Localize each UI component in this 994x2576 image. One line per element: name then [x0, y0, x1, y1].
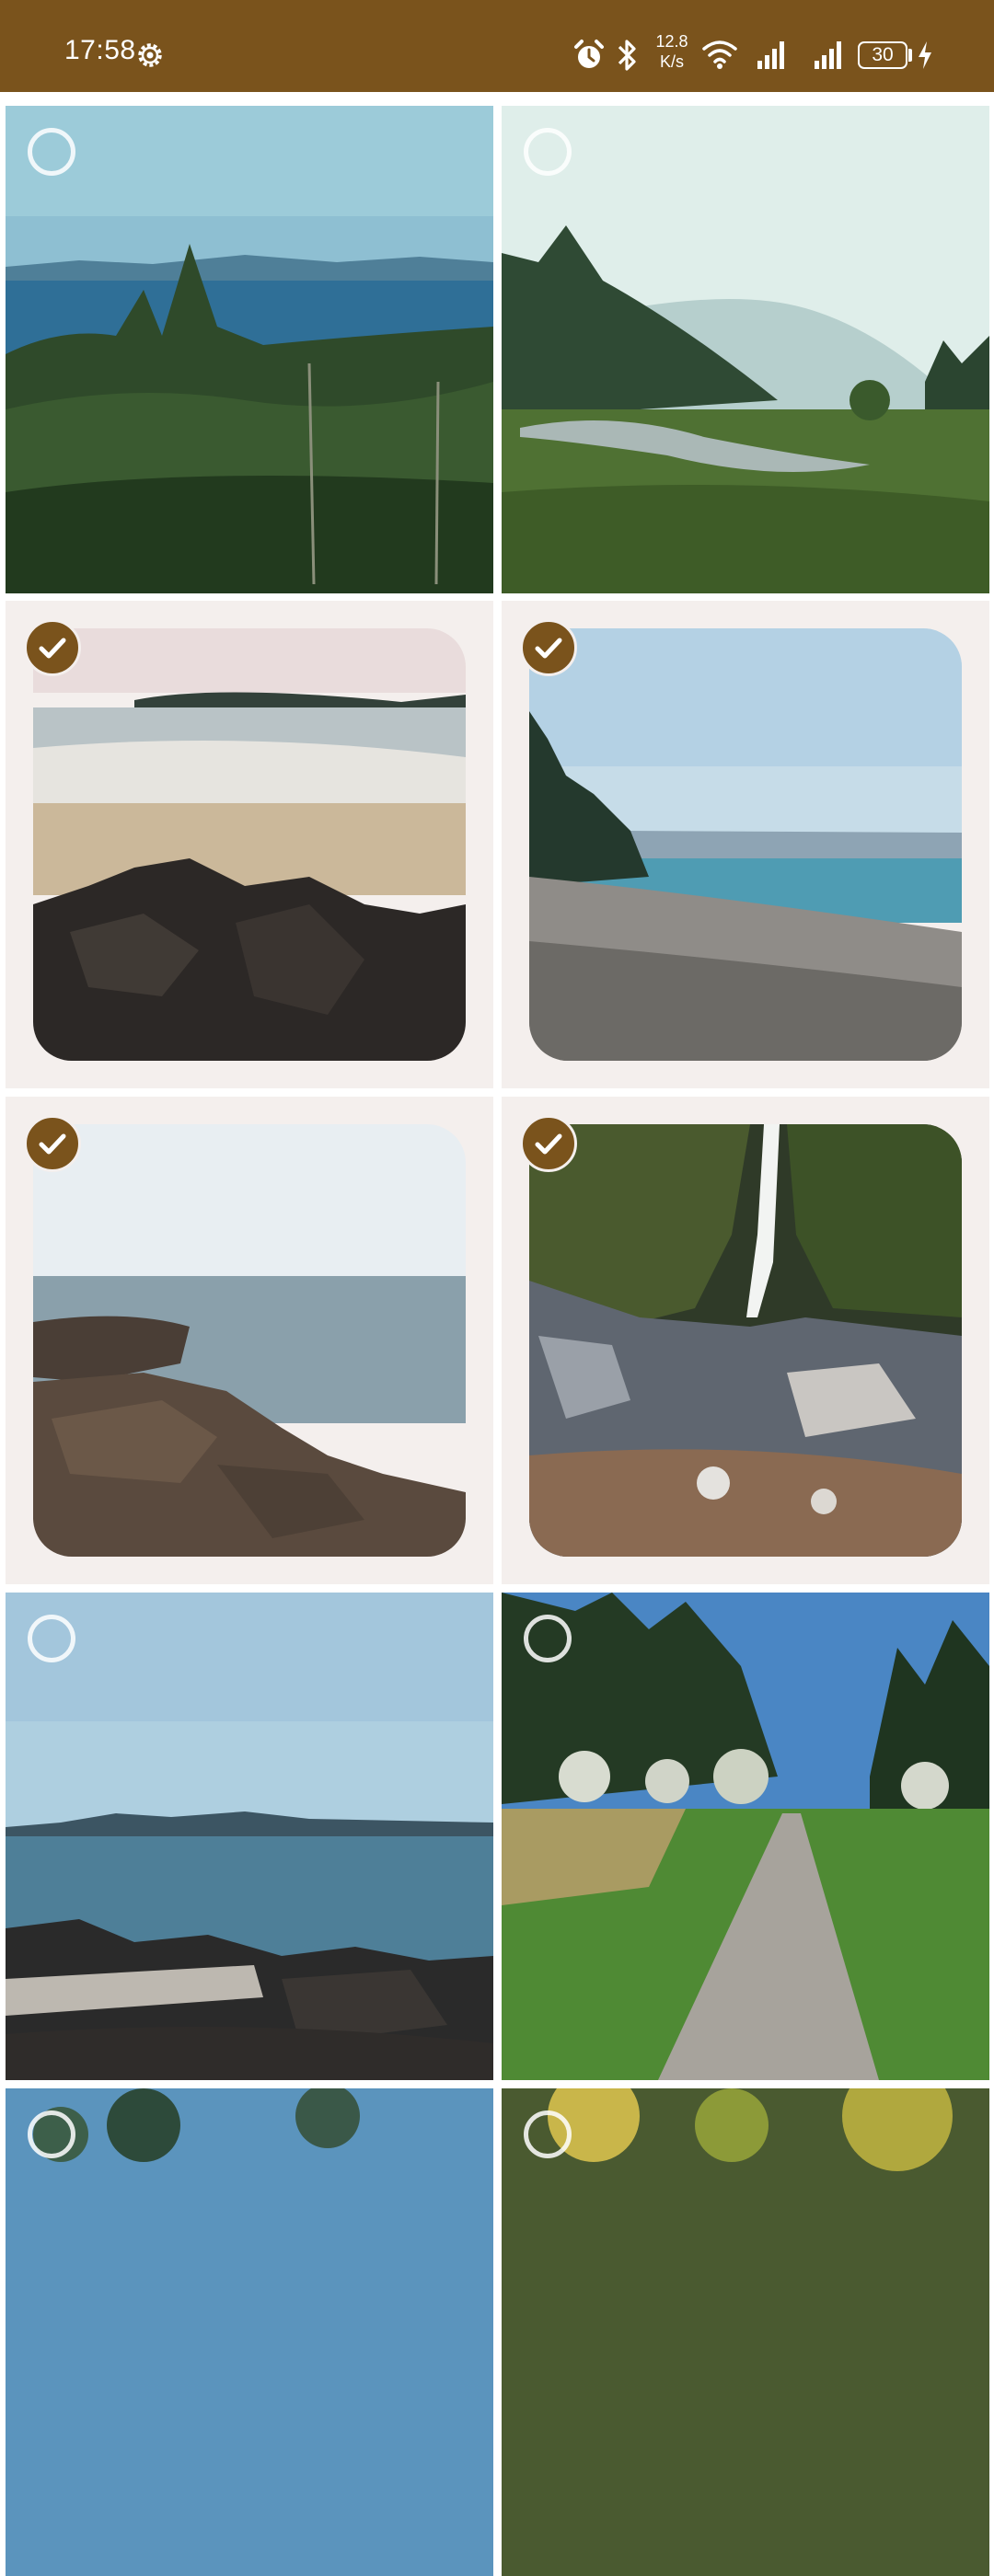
photo-sea-driftwood	[6, 1593, 493, 2080]
selected-check-icon[interactable]	[520, 619, 577, 676]
selected-check-icon[interactable]	[24, 619, 81, 676]
select-circle-icon[interactable]	[524, 1615, 572, 1662]
photo-tile[interactable]	[502, 106, 989, 593]
signal-icon	[757, 41, 784, 69]
charging-bolt-icon	[919, 41, 931, 69]
photo-tile[interactable]	[6, 601, 493, 1088]
select-circle-icon[interactable]	[524, 128, 572, 176]
photo-waterfall	[529, 1124, 962, 1557]
photo-tile[interactable]	[502, 2088, 989, 2576]
status-bar: 17:58 12.8 K/s 30	[0, 0, 994, 92]
photo-tile[interactable]	[6, 1097, 493, 1584]
photo-pebble-shore	[529, 628, 962, 1061]
battery-level: 30	[872, 44, 894, 65]
select-circle-icon[interactable]	[28, 1615, 75, 1662]
battery-tip	[908, 49, 912, 62]
photo-tile[interactable]	[6, 106, 493, 593]
select-circle-icon[interactable]	[524, 2110, 572, 2158]
select-circle-icon[interactable]	[28, 2110, 75, 2158]
bluetooth-icon	[618, 40, 636, 71]
selected-check-icon[interactable]	[520, 1115, 577, 1172]
status-time: 17:58	[64, 35, 136, 65]
photo-park-path	[502, 1593, 989, 2080]
photo-partial-trees-blue	[6, 2088, 493, 2576]
photo-rocky-coast	[33, 1124, 466, 1557]
signal-icon	[815, 41, 841, 69]
photo-tile[interactable]	[502, 1593, 989, 2080]
photo-forest-coast	[6, 106, 493, 593]
photo-tile[interactable]	[6, 1593, 493, 2080]
settings-gear-icon	[138, 43, 162, 67]
battery-icon: 30	[858, 41, 907, 69]
selected-check-icon[interactable]	[24, 1115, 81, 1172]
network-speed: 12.8 K/s	[655, 32, 688, 71]
photo-partial-trees-yellow	[502, 2088, 989, 2576]
photo-beach-rocks	[33, 628, 466, 1061]
select-circle-icon[interactable]	[28, 128, 75, 176]
photo-tile[interactable]	[502, 1097, 989, 1584]
wifi-icon	[702, 40, 737, 69]
alarm-icon	[574, 40, 604, 68]
photo-tile[interactable]	[6, 2088, 493, 2576]
photo-river-valley	[502, 106, 989, 593]
photo-tile[interactable]	[502, 601, 989, 1088]
